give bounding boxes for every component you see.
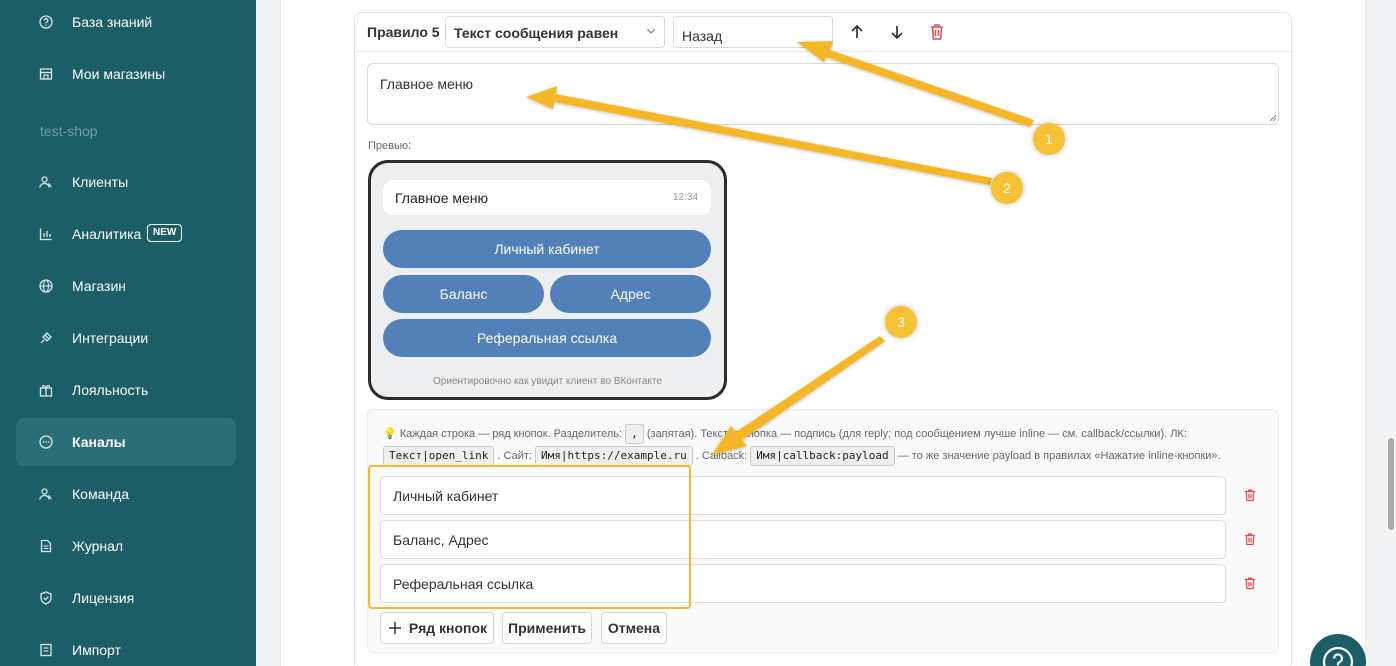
apply-button[interactable]: Применить bbox=[502, 612, 592, 644]
import-icon bbox=[40, 643, 52, 657]
sidebar-item-label: Клиенты bbox=[72, 174, 129, 190]
hint-text: — то же значение payload в правилах «Наж… bbox=[897, 450, 1221, 462]
preview-caption: Ориентировочно как увидит клиент во ВКон… bbox=[433, 376, 662, 387]
preview-button-balance: Баланс bbox=[383, 275, 544, 313]
hint-code-callback: Имя|callback:payload bbox=[750, 446, 895, 466]
question-icon bbox=[1322, 646, 1354, 666]
condition-select-value: Текст сообщения равен bbox=[454, 25, 619, 41]
sidebar-item-label: Магазин bbox=[72, 278, 127, 294]
sidebar-item-label: Журнал bbox=[72, 538, 124, 554]
sidebar-section-label: test-shop bbox=[40, 123, 98, 139]
hint-code-open-link: Текст|open_link bbox=[383, 446, 495, 466]
preview-message-time: 12:34 bbox=[673, 192, 699, 203]
users-icon bbox=[39, 176, 52, 188]
condition-select[interactable]: Текст сообщения равен bbox=[445, 16, 665, 48]
new-badge: NEW bbox=[147, 224, 183, 242]
sidebar-item-analytics[interactable]: Аналитика NEW bbox=[16, 210, 236, 258]
sidebar-item-clients[interactable]: Клиенты bbox=[16, 158, 236, 206]
annotation-badge-1: 1 bbox=[1033, 123, 1065, 155]
help-circle-icon bbox=[39, 15, 53, 29]
sidebar-item-label: Мои магазины bbox=[72, 66, 166, 82]
delete-row-trash-icon[interactable] bbox=[1243, 576, 1257, 590]
journal-icon bbox=[40, 539, 52, 553]
preview-button-personal-account: Личный кабинет bbox=[383, 230, 711, 268]
sidebar-item-label: Команда bbox=[72, 486, 130, 502]
hint-line-2: Текст|open_link . Сайт: Имя|https://exam… bbox=[383, 446, 1221, 466]
sidebar-item-shop[interactable]: Магазин bbox=[16, 262, 236, 310]
sidebar-item-my-stores[interactable]: Мои магазины bbox=[16, 50, 236, 98]
preview-label: Превью: bbox=[368, 140, 412, 152]
delete-row-trash-icon[interactable] bbox=[1243, 532, 1257, 546]
sidebar-item-journal[interactable]: Журнал bbox=[16, 522, 236, 570]
sidebar-item-team[interactable]: Команда bbox=[16, 470, 236, 518]
hint-text: Каждая строка — ряд кнопок. Разделитель: bbox=[399, 428, 623, 440]
sidebar-item-license[interactable]: Лицензия bbox=[16, 574, 236, 622]
hint-code-site: Имя|https://example.ru bbox=[535, 446, 693, 466]
plug-icon bbox=[40, 332, 52, 344]
arrow-down-icon[interactable] bbox=[885, 20, 909, 44]
preview-message-text: Главное меню bbox=[395, 190, 489, 206]
delete-rule-trash-icon[interactable] bbox=[925, 20, 949, 44]
globe-icon bbox=[39, 279, 53, 293]
lightbulb-icon: 💡 bbox=[383, 428, 397, 440]
response-textarea[interactable]: Главное меню bbox=[367, 63, 1279, 125]
sidebar-item-label: Импорт bbox=[72, 642, 121, 658]
delete-row-trash-icon[interactable] bbox=[1243, 488, 1257, 502]
chevron-down-icon bbox=[647, 29, 655, 34]
sidebar-item-loyalty[interactable]: Лояльность bbox=[16, 366, 236, 414]
match-value-input[interactable] bbox=[673, 16, 833, 48]
sidebar-item-label: Каналы bbox=[72, 434, 126, 450]
hint-code-separator: , bbox=[625, 424, 644, 444]
store-icon bbox=[39, 68, 53, 80]
resize-grip-icon[interactable] bbox=[1267, 112, 1277, 122]
sidebar-item-channels[interactable]: Каналы bbox=[16, 418, 236, 466]
bar-chart-icon bbox=[39, 228, 52, 241]
cancel-button[interactable]: Отмена bbox=[601, 612, 667, 644]
hint-line-1: 💡 Каждая строка — ряд кнопок. Разделител… bbox=[383, 424, 1187, 444]
rule-title: Правило 5 bbox=[367, 24, 440, 40]
hint-text: (запятая). Текстов bbox=[646, 428, 740, 440]
help-button[interactable] bbox=[1310, 634, 1366, 666]
sidebar-item-integrations[interactable]: Интеграции bbox=[16, 314, 236, 362]
shield-check-icon bbox=[40, 591, 52, 605]
preview-button-address: Адрес bbox=[550, 275, 711, 313]
sidebar: База знаний Мои магазины test-shop Клиен… bbox=[0, 0, 256, 666]
hint-text: . Callback: bbox=[695, 450, 748, 462]
sidebar-item-knowledge-base[interactable]: База знаний bbox=[16, 0, 236, 46]
chat-icon bbox=[39, 435, 53, 449]
gift-icon bbox=[39, 384, 53, 397]
sidebar-item-label: Лояльность bbox=[72, 382, 149, 398]
plus-icon bbox=[388, 622, 401, 634]
hint-text: . Сайт: bbox=[497, 450, 532, 462]
sidebar-item-label: Аналитика bbox=[72, 226, 142, 242]
sidebar-item-import[interactable]: Импорт bbox=[16, 626, 236, 666]
add-row-button[interactable]: Ряд кнопок bbox=[380, 612, 494, 644]
sidebar-item-label: Интеграции bbox=[72, 330, 149, 346]
sidebar-item-label: Лицензия bbox=[72, 590, 135, 606]
scrollbar-thumb[interactable] bbox=[1388, 438, 1394, 530]
annotation-highlight-box bbox=[368, 465, 691, 609]
team-icon bbox=[39, 488, 52, 500]
annotation-badge-3: 3 bbox=[885, 306, 917, 338]
preview-button-referral-link: Реферальная ссылка bbox=[383, 319, 711, 357]
hint-text: кнопка — подпись (для reply; под сообщен… bbox=[742, 428, 1187, 440]
arrow-up-icon[interactable] bbox=[845, 20, 869, 44]
add-row-label: Ряд кнопок bbox=[408, 620, 488, 636]
sidebar-item-label: База знаний bbox=[72, 14, 153, 30]
annotation-badge-2: 2 bbox=[991, 172, 1023, 204]
